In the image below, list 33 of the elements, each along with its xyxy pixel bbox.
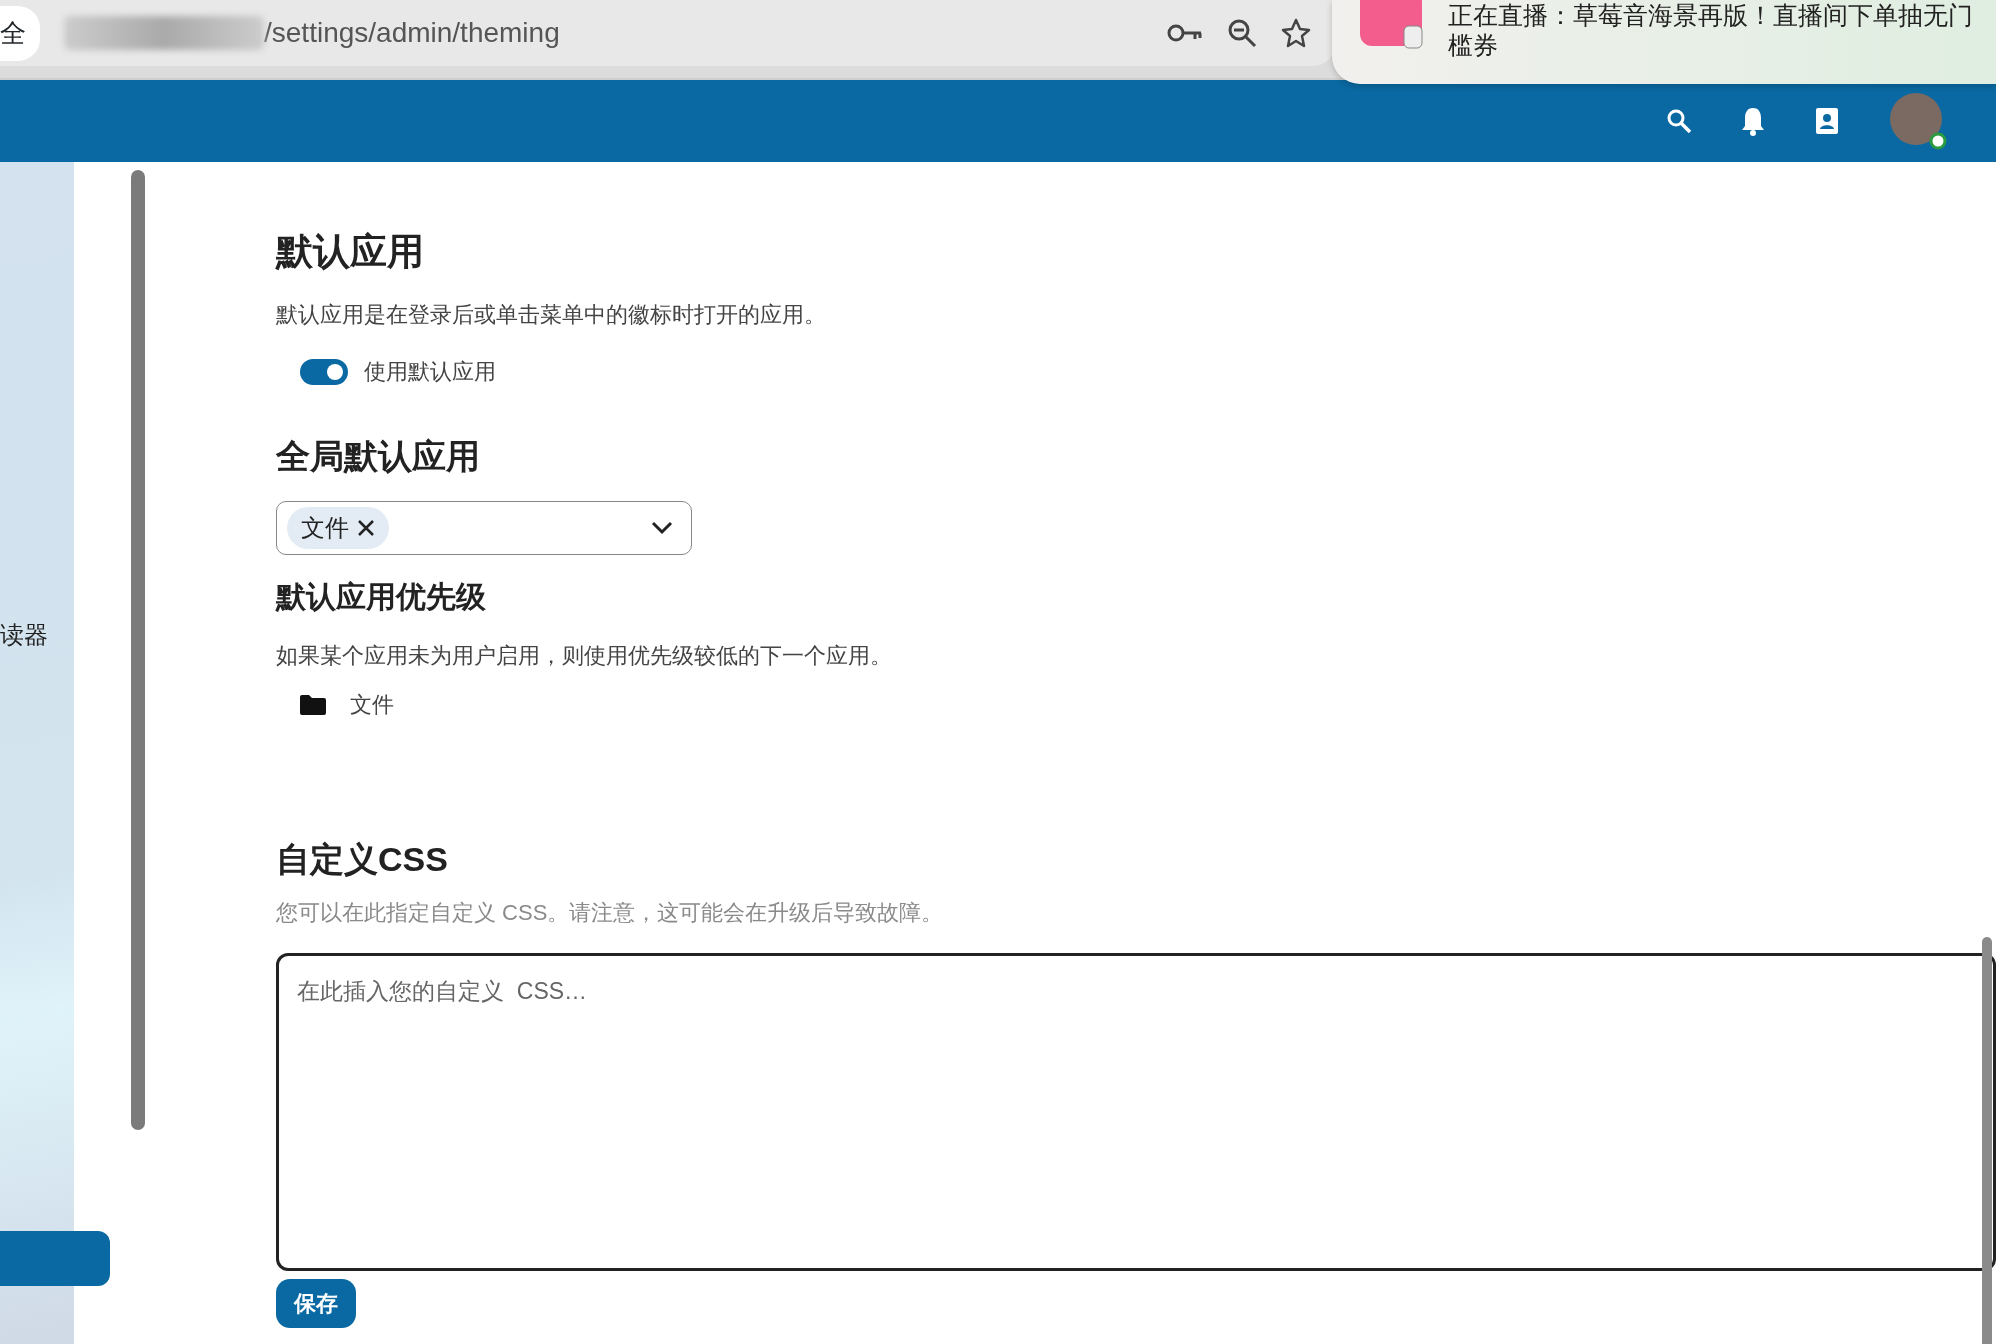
chevron-down-icon[interactable] [651, 521, 673, 536]
app-name: 文件 [350, 691, 394, 720]
notification-text: 正在直播：草莓音海景再版！直播间下单抽无门 [1448, 0, 1973, 30]
css-text-area[interactable]: 在此插入您的自定义 CSS… [276, 953, 1996, 1271]
section-description: 您可以在此指定自定义 CSS。请注意，这可能会在升级后导致故障。 [276, 899, 945, 927]
save-button[interactable]: 保存 [276, 1279, 356, 1328]
section-title: 自定义CSS [276, 839, 449, 880]
zoom-out-icon[interactable] [1227, 18, 1257, 48]
section-description: 如果某个应用未为用户启用，则使用优先级较低的下一个应用。 [276, 642, 893, 671]
key-icon[interactable] [1167, 23, 1203, 43]
section-description: 默认应用是在登录后或单击菜单中的徽标时打开的应用。 [276, 301, 827, 330]
section-title: 默认应用 [276, 230, 425, 274]
scrollbar-thumb[interactable] [131, 170, 145, 1130]
scrollbar-thumb[interactable] [1982, 937, 1992, 1344]
section-title: 全局默认应用 [276, 436, 481, 478]
tag-label: 文件 [301, 513, 349, 544]
contacts-icon[interactable] [1814, 106, 1840, 136]
sidebar-item[interactable]: 读器 [0, 617, 48, 653]
toggle-switch[interactable] [300, 358, 348, 385]
url-text[interactable]: /settings/admin/theming [264, 12, 560, 54]
close-icon[interactable] [357, 519, 375, 538]
avatar[interactable] [1888, 91, 1948, 151]
star-icon[interactable] [1281, 18, 1311, 48]
notification-card[interactable]: 正在直播：草莓音海景再版！直播间下单抽无门 槛券 [1332, 0, 1996, 84]
toggle-label: 使用默认应用 [364, 358, 496, 387]
bell-icon[interactable] [1740, 106, 1766, 136]
folder-icon [300, 694, 326, 715]
security-label[interactable]: 全 [0, 5, 40, 61]
section-title: 默认应用优先级 [276, 579, 487, 616]
search-icon[interactable] [1666, 108, 1692, 134]
app-select[interactable]: 文件 [276, 501, 692, 556]
notification-text: 槛券 [1448, 30, 1499, 60]
app-logo-icon [1360, 0, 1424, 50]
